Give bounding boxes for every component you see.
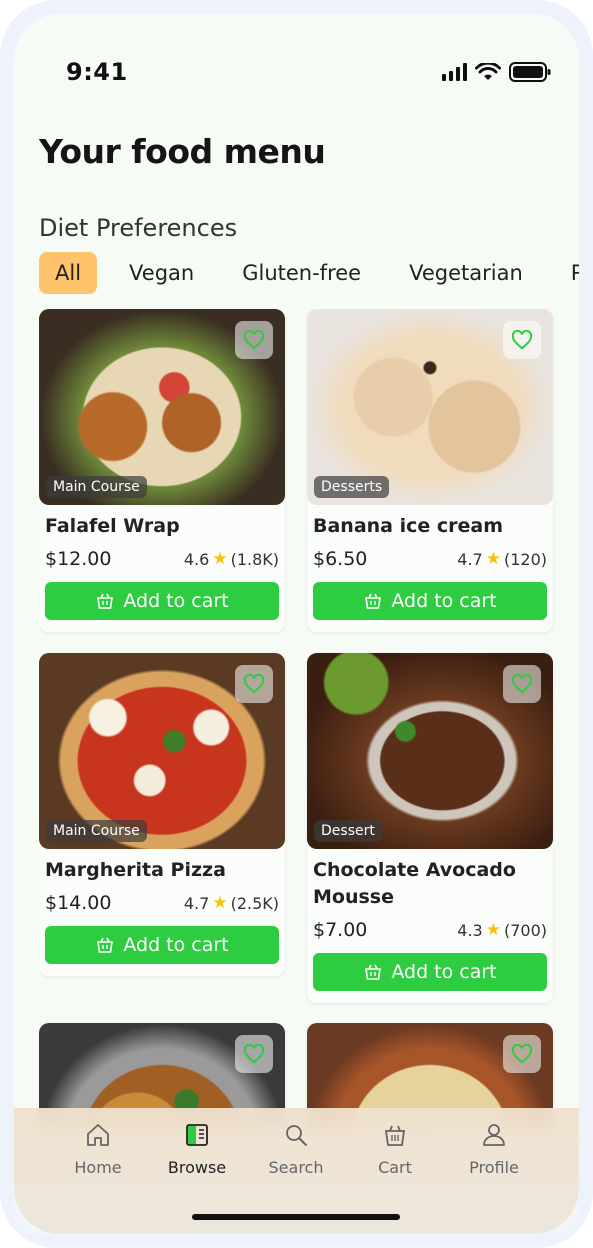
cellular-signal-icon	[442, 63, 467, 81]
food-image-chocolate-avocado-mousse: Dessert	[307, 653, 553, 849]
food-card[interactable]: Desserts Banana ice cream $6.50 4.7 ★ (1…	[307, 309, 553, 632]
tab-label: Profile	[469, 1158, 519, 1177]
heart-icon	[511, 1044, 533, 1064]
review-count: (120)	[503, 549, 547, 569]
rating-value: 4.7	[457, 549, 483, 569]
add-to-cart-button[interactable]: Add to cart	[45, 582, 279, 620]
favorite-button[interactable]	[235, 321, 273, 359]
page-title: Your food menu	[39, 132, 326, 171]
star-icon: ★	[212, 549, 228, 569]
profile-icon	[483, 1124, 505, 1146]
food-rating: 4.3 ★ (700)	[457, 920, 547, 940]
tab-label: Browse	[167, 1158, 227, 1177]
home-icon	[87, 1124, 109, 1146]
add-to-cart-button[interactable]: Add to cart	[313, 582, 547, 620]
chip-vegan[interactable]: Vegan	[113, 252, 210, 294]
tab-browse[interactable]: Browse	[157, 1122, 237, 1177]
category-badge: Main Course	[46, 476, 147, 498]
food-rating: 4.7 ★ (120)	[457, 549, 547, 569]
heart-icon	[243, 1044, 265, 1064]
add-to-cart-button[interactable]: Add to cart	[313, 953, 547, 991]
browse-icon	[186, 1124, 208, 1146]
basket-icon	[365, 964, 382, 980]
food-image-margherita-pizza: Main Course	[39, 653, 285, 849]
add-to-cart-label: Add to cart	[391, 590, 497, 612]
cart-icon	[384, 1125, 406, 1146]
search-icon	[286, 1125, 307, 1146]
heart-icon	[511, 674, 533, 694]
review-count: (1.8K)	[230, 549, 279, 569]
diet-preferences-title: Diet Preferences	[39, 214, 238, 242]
rating-value: 4.7	[183, 893, 210, 913]
category-badge: Desserts	[314, 476, 390, 498]
favorite-button[interactable]	[235, 665, 273, 703]
star-icon: ★	[485, 920, 501, 940]
status-icons	[442, 62, 551, 82]
food-grid: Main Course Falafel Wrap $12.00 4.6 ★ (1…	[39, 309, 559, 1129]
battery-icon	[509, 62, 551, 82]
heart-icon	[243, 674, 265, 694]
food-card[interactable]: Main Course Falafel Wrap $12.00 4.6 ★ (1…	[39, 309, 285, 632]
rating-value: 4.6	[183, 549, 210, 569]
star-icon: ★	[212, 893, 228, 913]
favorite-button[interactable]	[503, 1035, 541, 1073]
basket-icon	[97, 593, 114, 609]
food-card[interactable]: Main Course Margherita Pizza $14.00 4.7 …	[39, 653, 285, 976]
food-name: Banana ice cream	[313, 515, 504, 537]
chip-vegetarian[interactable]: Vegetarian	[393, 252, 539, 294]
basket-icon	[97, 937, 114, 953]
rating-value: 4.3	[457, 920, 483, 940]
star-icon: ★	[485, 549, 501, 569]
favorite-button[interactable]	[503, 321, 541, 359]
chip-paleo[interactable]: Pal	[555, 252, 579, 294]
screen: 9:41 Your food menu Diet Preferences All…	[14, 14, 579, 1234]
review-count: (700)	[503, 920, 547, 940]
chip-gluten-free[interactable]: Gluten-free	[226, 252, 377, 294]
bottom-tab-bar: Home Browse Search Cart Profile	[14, 1108, 579, 1234]
tab-profile[interactable]: Profile	[454, 1122, 534, 1177]
wifi-icon	[475, 63, 501, 80]
food-rating: 4.6 ★ (1.8K)	[184, 549, 279, 569]
tab-label: Cart	[378, 1158, 412, 1177]
heart-icon	[511, 330, 533, 350]
tab-search[interactable]: Search	[256, 1122, 336, 1177]
food-name: Falafel Wrap	[45, 515, 180, 537]
food-image-banana-ice-cream: Desserts	[307, 309, 553, 505]
tab-label: Search	[268, 1158, 324, 1177]
diet-chip-row: All Vegan Gluten-free Vegetarian Pal	[39, 252, 579, 294]
chip-all[interactable]: All	[39, 252, 98, 294]
review-count: (2.5K)	[230, 893, 279, 913]
favorite-button[interactable]	[503, 665, 541, 703]
food-price: $6.50	[313, 548, 368, 570]
tab-cart[interactable]: Cart	[355, 1122, 435, 1177]
heart-icon	[243, 330, 265, 350]
add-to-cart-label: Add to cart	[123, 590, 229, 612]
phone-frame: 9:41 Your food menu Diet Preferences All…	[0, 0, 593, 1248]
food-image-falafel: Main Course	[39, 309, 285, 505]
home-indicator	[192, 1214, 400, 1220]
add-to-cart-label: Add to cart	[391, 961, 497, 983]
food-name: Chocolate Avocado Mousse	[313, 859, 516, 908]
food-name: Margherita Pizza	[45, 859, 226, 881]
food-price: $14.00	[45, 892, 112, 914]
status-time: 9:41	[66, 58, 128, 86]
food-card[interactable]: Dessert Chocolate Avocado Mousse $7.00 4…	[307, 653, 553, 1003]
tab-home[interactable]: Home	[58, 1122, 138, 1177]
category-badge: Main Course	[46, 820, 147, 842]
food-rating: 4.7 ★ (2.5K)	[184, 893, 279, 913]
add-to-cart-button[interactable]: Add to cart	[45, 926, 279, 964]
food-price: $7.00	[313, 919, 368, 941]
basket-icon	[365, 593, 382, 609]
tab-label: Home	[74, 1158, 122, 1177]
food-price: $12.00	[45, 548, 112, 570]
favorite-button[interactable]	[235, 1035, 273, 1073]
category-badge: Dessert	[314, 820, 382, 842]
add-to-cart-label: Add to cart	[123, 934, 229, 956]
